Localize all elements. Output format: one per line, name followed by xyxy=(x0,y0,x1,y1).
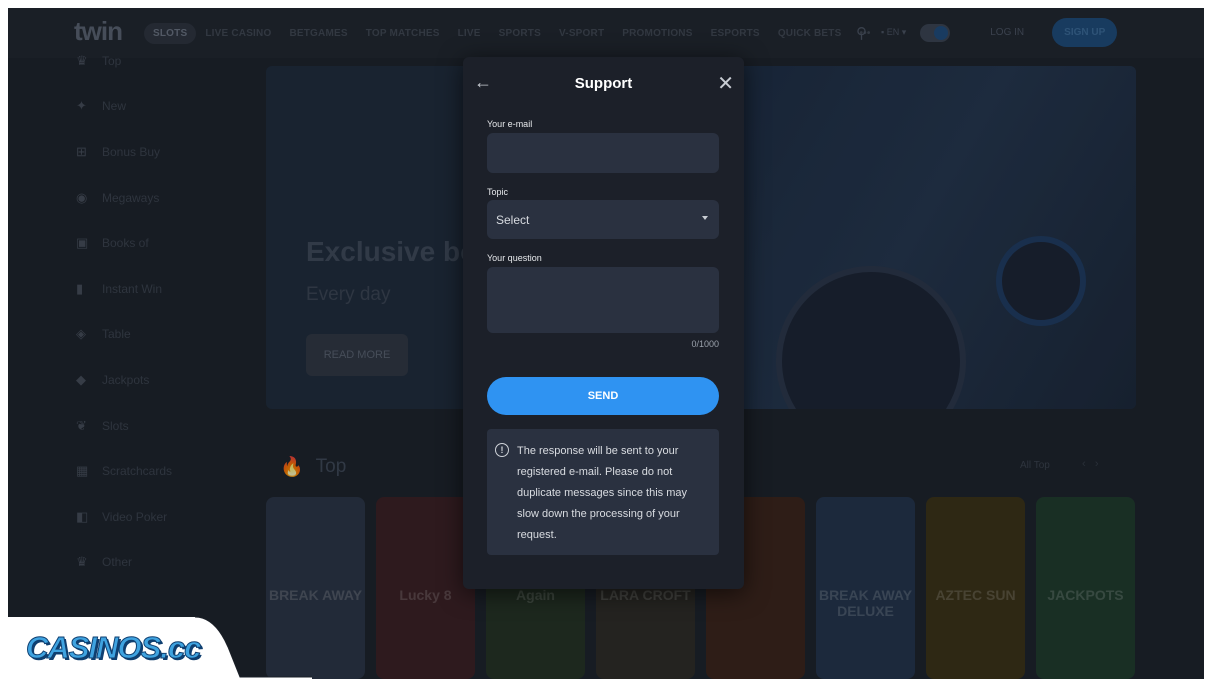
question-textarea[interactable] xyxy=(487,267,719,333)
send-button[interactable]: SEND xyxy=(487,377,719,415)
question-label: Your question xyxy=(487,253,542,263)
topic-selected-value: Select xyxy=(496,212,530,227)
page-frame: twin SLOTS LIVE CASINO BETGAMES TOP MATCHES… xyxy=(8,8,1204,679)
response-info-note: ! The response will be sent to your regi… xyxy=(487,429,719,555)
email-field[interactable] xyxy=(487,133,719,173)
character-counter: 0/1000 xyxy=(691,339,719,349)
close-icon[interactable]: ✕ xyxy=(717,71,734,96)
email-label: Your e-mail xyxy=(487,119,533,129)
support-dialog: ← Support ✕ Your e-mail Topic Select You… xyxy=(463,57,744,589)
topic-select[interactable]: Select xyxy=(487,200,719,239)
watermark-logo: CASINOS.cc xyxy=(25,630,201,666)
dialog-title: Support xyxy=(574,75,633,92)
topic-label: Topic xyxy=(487,187,509,197)
info-note-text: The response will be sent to your regist… xyxy=(517,445,687,541)
info-icon: ! xyxy=(495,443,509,457)
chevron-down-icon xyxy=(702,216,708,220)
